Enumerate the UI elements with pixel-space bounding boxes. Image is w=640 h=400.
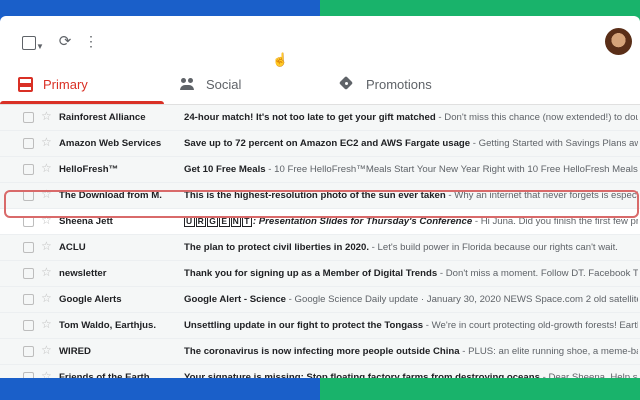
- email-content: This is the highest-resolution photo of …: [184, 183, 638, 208]
- urgent-tag: URGENT: [184, 216, 252, 227]
- more-vert-icon[interactable]: ⋮: [83, 31, 99, 51]
- tab-promotions[interactable]: Promotions: [334, 64, 432, 104]
- inbox-icon: [18, 76, 33, 92]
- star-icon[interactable]: ☆: [41, 110, 52, 122]
- email-snippet: - Hi Juna. Did you finish the first few …: [474, 216, 638, 227]
- tab-promotions-label: Promotions: [366, 76, 432, 92]
- email-sender: Rainforest Alliance: [59, 112, 146, 123]
- email-content: 24-hour match! It's not too late to get …: [184, 105, 638, 130]
- email-sender: ACLU: [59, 242, 86, 253]
- star-icon[interactable]: ☆: [41, 136, 52, 148]
- gmail-inbox-card: ▼ ⟳ ⋮ Primary Social Promotions ☆ Rainfor…: [0, 16, 640, 400]
- row-checkbox[interactable]: [23, 346, 34, 357]
- category-tabs: Primary Social Promotions: [0, 64, 640, 105]
- email-sender: Sheena Jett: [59, 216, 113, 227]
- email-row[interactable]: ☆ Rainforest Alliance 24-hour match! It's …: [0, 105, 640, 131]
- star-icon[interactable]: ☆: [41, 292, 52, 304]
- email-row[interactable]: ☆ Google Alerts Google Alert - Science - G…: [0, 287, 640, 313]
- email-sender: HelloFresh™: [59, 164, 119, 175]
- email-sender: Google Alerts: [59, 294, 122, 305]
- row-checkbox[interactable]: [23, 320, 34, 331]
- email-subject: Thank you for signing up as a Member of …: [184, 268, 438, 279]
- chevron-down-icon[interactable]: ▼: [35, 36, 45, 56]
- email-row[interactable]: ☆ Tom Waldo, Earthjus. Unsettling update i…: [0, 313, 640, 339]
- email-content: The coronavirus is now infecting more pe…: [184, 339, 638, 364]
- star-icon[interactable]: ☆: [41, 162, 52, 174]
- email-subject: Unsettling update in our fight to protec…: [184, 320, 424, 331]
- email-content: Unsettling update in our fight to protec…: [184, 313, 638, 338]
- active-tab-underline: [0, 101, 164, 104]
- email-subject: Get 10 Free Meals: [184, 164, 266, 175]
- tab-social[interactable]: Social: [172, 64, 241, 104]
- tag-icon: [340, 76, 356, 92]
- email-subject: 24-hour match! It's not too late to get …: [184, 112, 436, 123]
- star-icon[interactable]: ☆: [41, 214, 52, 226]
- email-snippet: - PLUS: an elite running shoe, a meme-ba…: [462, 346, 638, 357]
- email-content: URGENT: Presentation Slides for Thursday…: [184, 209, 638, 234]
- row-checkbox[interactable]: [23, 190, 34, 201]
- select-all-checkbox[interactable]: [22, 36, 36, 50]
- email-subject: The coronavirus is now infecting more pe…: [184, 346, 460, 357]
- email-snippet: - Let's build power in Florida because o…: [369, 242, 618, 253]
- email-snippet: - Why an internet that never forgets is …: [448, 190, 638, 201]
- email-snippet: - 10 Free HelloFresh™Meals Start Your Ne…: [265, 164, 638, 175]
- hand-cursor-icon: ☝: [272, 52, 289, 67]
- email-row[interactable]: ☆ WIRED The coronavirus is now infecting m…: [0, 339, 640, 365]
- email-row[interactable]: ☆ newsletter Thank you for signing up as a…: [0, 261, 640, 287]
- star-icon[interactable]: ☆: [41, 318, 52, 330]
- email-snippet: - Don't miss this chance (now extended!)…: [438, 112, 638, 123]
- row-checkbox[interactable]: [23, 268, 34, 279]
- star-icon[interactable]: ☆: [41, 266, 52, 278]
- email-row[interactable]: ☆ The Download from M. This is the highest…: [0, 183, 640, 209]
- email-subject: Save up to 72 percent on Amazon EC2 and …: [184, 138, 471, 149]
- email-sender: WIRED: [59, 346, 91, 357]
- star-icon[interactable]: ☆: [41, 344, 52, 356]
- tab-primary-label: Primary: [43, 76, 88, 92]
- email-snippet: - Google Science Daily update · January …: [286, 294, 638, 305]
- email-subject: This is the highest-resolution photo of …: [184, 190, 446, 201]
- email-subject: Google Alert - Science: [184, 294, 287, 305]
- email-list: ☆ Rainforest Alliance 24-hour match! It's …: [0, 105, 640, 400]
- email-content: Thank you for signing up as a Member of …: [184, 261, 638, 286]
- email-sender: newsletter: [59, 268, 107, 279]
- avatar[interactable]: [605, 28, 632, 55]
- row-checkbox[interactable]: [23, 112, 34, 123]
- email-sender: Tom Waldo, Earthjus.: [59, 320, 157, 331]
- row-checkbox[interactable]: [23, 216, 34, 227]
- toolbar: ▼ ⟳ ⋮: [0, 16, 640, 64]
- row-checkbox[interactable]: [23, 138, 34, 149]
- email-content: Save up to 72 percent on Amazon EC2 and …: [184, 131, 638, 156]
- tab-primary[interactable]: Primary: [0, 64, 164, 104]
- row-checkbox[interactable]: [23, 242, 34, 253]
- email-snippet: - We're in court protecting old-growth f…: [425, 320, 638, 331]
- row-checkbox[interactable]: [23, 294, 34, 305]
- email-content: Get 10 Free Meals - 10 Free HelloFresh™M…: [184, 157, 638, 182]
- background-band-bottom: [0, 378, 640, 400]
- star-icon[interactable]: ☆: [41, 240, 52, 252]
- email-sender: The Download from M.: [59, 190, 162, 201]
- email-sender: Amazon Web Services: [59, 138, 162, 149]
- email-row[interactable]: ☆ HelloFresh™ Get 10 Free Meals - 10 Free …: [0, 157, 640, 183]
- star-icon[interactable]: ☆: [41, 188, 52, 200]
- row-checkbox[interactable]: [23, 164, 34, 175]
- people-icon: [180, 76, 196, 92]
- refresh-icon[interactable]: ⟳: [57, 31, 73, 51]
- tab-social-label: Social: [206, 76, 242, 92]
- email-subject: : Presentation Slides for Thursday's Con…: [252, 216, 473, 227]
- email-content: The plan to protect civil liberties in 2…: [184, 235, 638, 260]
- email-snippet: - Getting Started with Savings Plans aws…: [472, 138, 638, 149]
- email-row[interactable]: ☆ ACLU The plan to protect civil liberties…: [0, 235, 640, 261]
- email-subject: The plan to protect civil liberties in 2…: [184, 242, 369, 253]
- email-snippet: - Don't miss a moment. Follow DT. Facebo…: [439, 268, 638, 279]
- email-row[interactable]: ☆ Amazon Web Services Save up to 72 percen…: [0, 131, 640, 157]
- email-row[interactable]: ☆ Sheena Jett U R G E N T: Presentation Slides …: [0, 209, 640, 235]
- email-content: Google Alert - Science - Google Science …: [184, 287, 638, 312]
